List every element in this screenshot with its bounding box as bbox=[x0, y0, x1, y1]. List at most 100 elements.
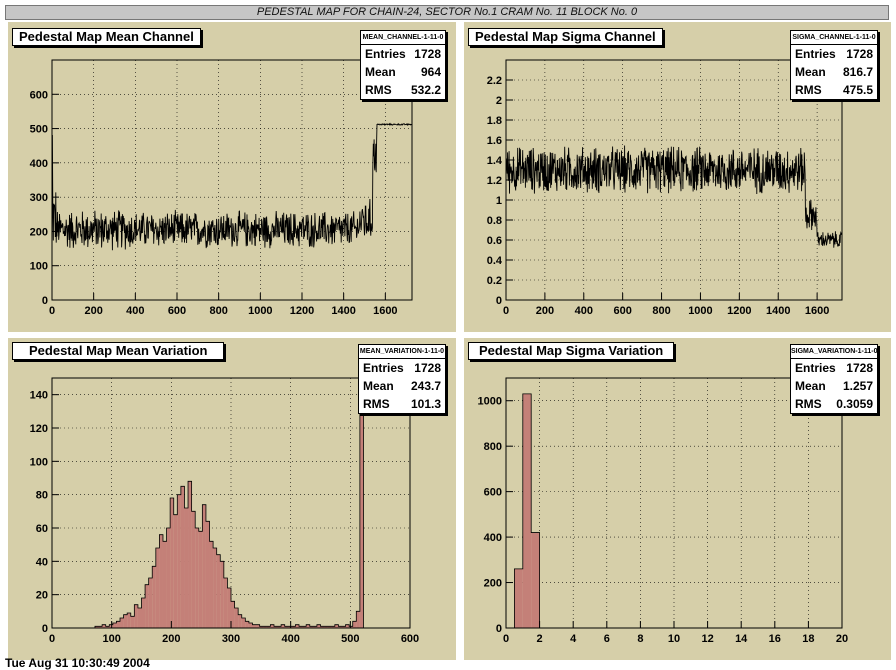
stats-box: MEAN_CHANNEL-1-11-0 Entries 1728 Mean 964 … bbox=[360, 30, 446, 100]
x-tick-label: 1400 bbox=[331, 305, 355, 317]
y-tick-label: 1.2 bbox=[487, 175, 502, 187]
x-tick-label: 100 bbox=[102, 633, 120, 645]
histogram-bar bbox=[231, 601, 235, 628]
histogram-bar bbox=[188, 481, 192, 628]
stats-name: SIGMA_CHANNEL-1-11-0 bbox=[791, 31, 877, 45]
y-tick-label: 60 bbox=[36, 523, 48, 535]
histogram-bar bbox=[234, 608, 239, 628]
stats-entries: Entries 1728 bbox=[795, 361, 873, 375]
x-tick-label: 400 bbox=[126, 305, 144, 317]
x-tick-label: 600 bbox=[401, 633, 419, 645]
histogram-bar bbox=[134, 604, 138, 628]
histogram-bar bbox=[152, 566, 156, 628]
stats-rms-value: 0.3059 bbox=[836, 397, 873, 411]
histogram-bar bbox=[514, 568, 523, 628]
stats-mean: Mean 1.257 bbox=[795, 379, 873, 393]
histogram-bar bbox=[220, 561, 224, 628]
y-tick-label: 500 bbox=[30, 124, 48, 136]
histogram-bar bbox=[120, 618, 124, 628]
stats-mean-value: 1.257 bbox=[842, 379, 873, 393]
histogram-bar bbox=[223, 578, 228, 628]
x-tick-label: 400 bbox=[281, 633, 299, 645]
x-tick-label: 1000 bbox=[688, 305, 712, 317]
stats-mean-value: 816.7 bbox=[842, 65, 873, 79]
stats-mean-value: 243.7 bbox=[410, 379, 441, 393]
y-tick-label: 20 bbox=[36, 590, 48, 602]
y-tick-label: 100 bbox=[30, 261, 48, 273]
x-tick-label: 2 bbox=[537, 633, 543, 645]
histogram-bar bbox=[173, 514, 178, 628]
chart-title: Pedestal Map Sigma Variation bbox=[468, 342, 675, 360]
x-tick-label: 20 bbox=[836, 633, 848, 645]
x-tick-label: 0 bbox=[49, 305, 55, 317]
histogram-bar bbox=[195, 528, 199, 628]
x-tick-label: 18 bbox=[802, 633, 814, 645]
chart-pad-mean-variation: 0 100 200 300 400 500 600 0 20 40 60 80 100 120 140 Pe… bbox=[8, 338, 456, 660]
histogram-bar bbox=[162, 541, 167, 628]
y-tick-label: 800 bbox=[484, 441, 502, 453]
stats-rms-value: 101.3 bbox=[410, 397, 441, 411]
histogram-bar bbox=[241, 618, 246, 628]
x-tick-label: 4 bbox=[570, 633, 577, 645]
chart-title: Pedestal Map Mean Variation bbox=[12, 342, 225, 360]
y-tick-label: 120 bbox=[30, 423, 48, 435]
histogram-bar bbox=[145, 584, 149, 628]
histogram-bar bbox=[213, 548, 217, 628]
chart-pad-mean-channel: 0 200 400 600 800 1000 1200 1400 1600 0 100 200 300 4… bbox=[8, 22, 456, 332]
stats-rms: RMS 475.5 bbox=[795, 83, 873, 97]
x-tick-label: 10 bbox=[668, 633, 680, 645]
histogram-bar bbox=[248, 623, 253, 628]
stats-name: MEAN_VARIATION-1-11-0 bbox=[359, 345, 445, 359]
x-tick-label: 1200 bbox=[290, 305, 314, 317]
x-tick-label: 1400 bbox=[766, 305, 790, 317]
histogram-bar bbox=[352, 621, 357, 628]
x-tick-label: 8 bbox=[637, 633, 643, 645]
stats-box: MEAN_VARIATION-1-11-0 Entries 1728 Mean 24… bbox=[358, 344, 446, 414]
y-tick-label: 400 bbox=[30, 158, 48, 170]
x-tick-label: 1600 bbox=[373, 305, 397, 317]
x-tick-label: 800 bbox=[209, 305, 227, 317]
y-tick-label: 2 bbox=[496, 95, 502, 107]
x-tick-label: 600 bbox=[168, 305, 186, 317]
histogram-bar bbox=[148, 578, 153, 628]
stats-rms: RMS 101.3 bbox=[363, 397, 441, 411]
histogram-bar bbox=[356, 611, 360, 628]
histogram-bar bbox=[130, 616, 135, 628]
x-tick-label: 300 bbox=[222, 633, 240, 645]
histogram-bar bbox=[123, 614, 128, 628]
x-tick-label: 14 bbox=[735, 633, 748, 645]
histogram-bar bbox=[245, 621, 249, 628]
y-tick-label: 200 bbox=[484, 578, 502, 590]
stats-rms: RMS 0.3059 bbox=[795, 397, 873, 411]
histogram-bar bbox=[531, 532, 540, 628]
y-tick-label: 1000 bbox=[478, 396, 502, 408]
x-tick-label: 1600 bbox=[805, 305, 829, 317]
y-tick-label: 0 bbox=[42, 295, 48, 307]
x-tick-label: 500 bbox=[341, 633, 359, 645]
histogram-bar bbox=[141, 598, 146, 628]
x-tick-label: 600 bbox=[613, 305, 631, 317]
histogram-bar bbox=[205, 521, 210, 628]
stats-mean: Mean 816.7 bbox=[795, 65, 873, 79]
stats-rms-value: 532.2 bbox=[410, 83, 441, 97]
y-tick-label: 1.6 bbox=[487, 135, 502, 147]
stats-mean-value: 964 bbox=[420, 65, 441, 79]
histogram-bar bbox=[155, 548, 160, 628]
y-tick-label: 0 bbox=[496, 295, 502, 307]
histogram-bar bbox=[198, 531, 203, 628]
histogram-bar bbox=[177, 494, 181, 628]
histogram-bar bbox=[159, 534, 163, 628]
y-tick-label: 100 bbox=[30, 456, 48, 468]
y-tick-label: 1 bbox=[496, 195, 502, 207]
y-tick-label: 1.8 bbox=[487, 115, 502, 127]
y-tick-label: 0.8 bbox=[487, 215, 502, 227]
x-tick-label: 1200 bbox=[727, 305, 751, 317]
stats-box: SIGMA_CHANNEL-1-11-0 Entries 1728 Mean 816… bbox=[790, 30, 878, 100]
y-tick-label: 600 bbox=[30, 89, 48, 101]
x-tick-label: 6 bbox=[604, 633, 610, 645]
stats-name: SIGMA_VARIATION-1-11-0 bbox=[791, 345, 877, 359]
plot-area bbox=[52, 60, 412, 300]
stats-entries-value: 1728 bbox=[846, 47, 873, 61]
histogram-bar bbox=[127, 613, 131, 628]
chart-title: Pedestal Map Sigma Channel bbox=[468, 28, 663, 46]
